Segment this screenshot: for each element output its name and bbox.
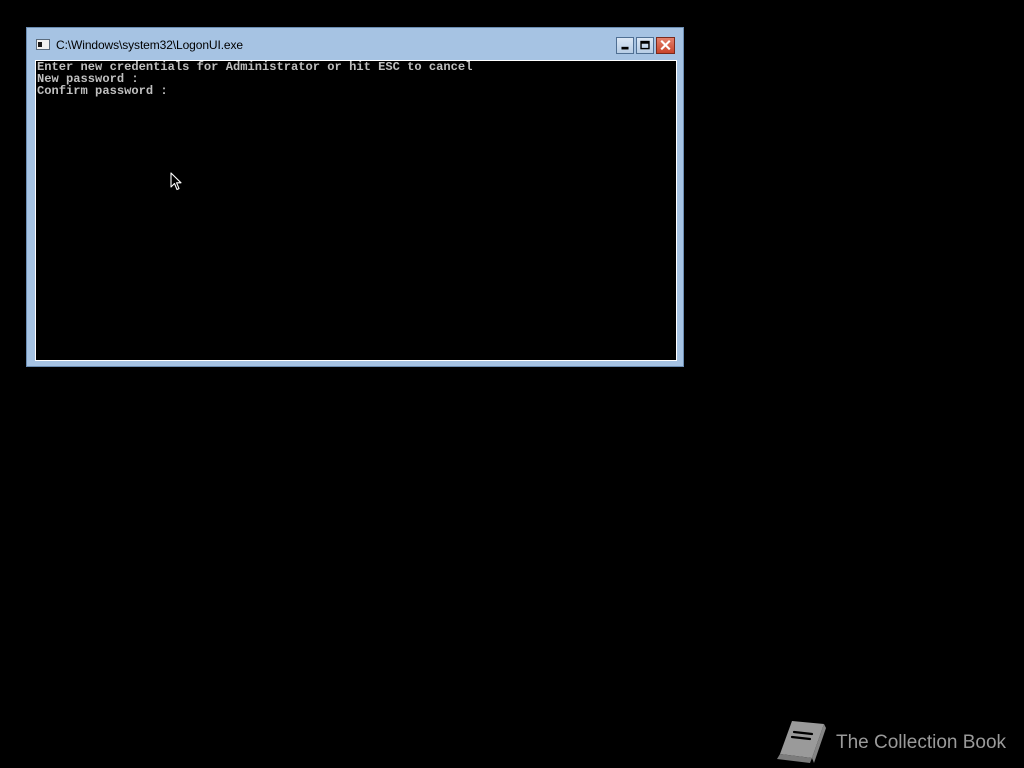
close-icon bbox=[660, 40, 671, 51]
desktop: C:\Windows\system32\LogonUI.exe Enter ne… bbox=[0, 0, 1024, 768]
console-line-confirm-password: Confirm password : bbox=[37, 84, 168, 98]
close-button[interactable] bbox=[656, 37, 675, 54]
maximize-button[interactable] bbox=[636, 37, 654, 54]
watermark-text: The Collection Book bbox=[836, 732, 1007, 753]
title-bar[interactable]: C:\Windows\system32\LogonUI.exe bbox=[27, 28, 683, 58]
console-output[interactable]: Enter new credentials for Administrator … bbox=[35, 60, 677, 361]
watermark: The Collection Book bbox=[772, 718, 1012, 766]
book-icon bbox=[777, 721, 826, 763]
console-window[interactable]: C:\Windows\system32\LogonUI.exe Enter ne… bbox=[26, 27, 684, 367]
console-app-icon[interactable] bbox=[36, 39, 50, 50]
minimize-icon bbox=[621, 46, 629, 50]
mouse-pointer-icon bbox=[170, 172, 182, 191]
window-title: C:\Windows\system32\LogonUI.exe bbox=[56, 38, 243, 52]
console-lines: Enter new credentials for Administrator … bbox=[37, 61, 472, 97]
minimize-button[interactable] bbox=[616, 37, 634, 54]
window-controls bbox=[616, 37, 675, 54]
maximize-icon bbox=[640, 40, 650, 50]
